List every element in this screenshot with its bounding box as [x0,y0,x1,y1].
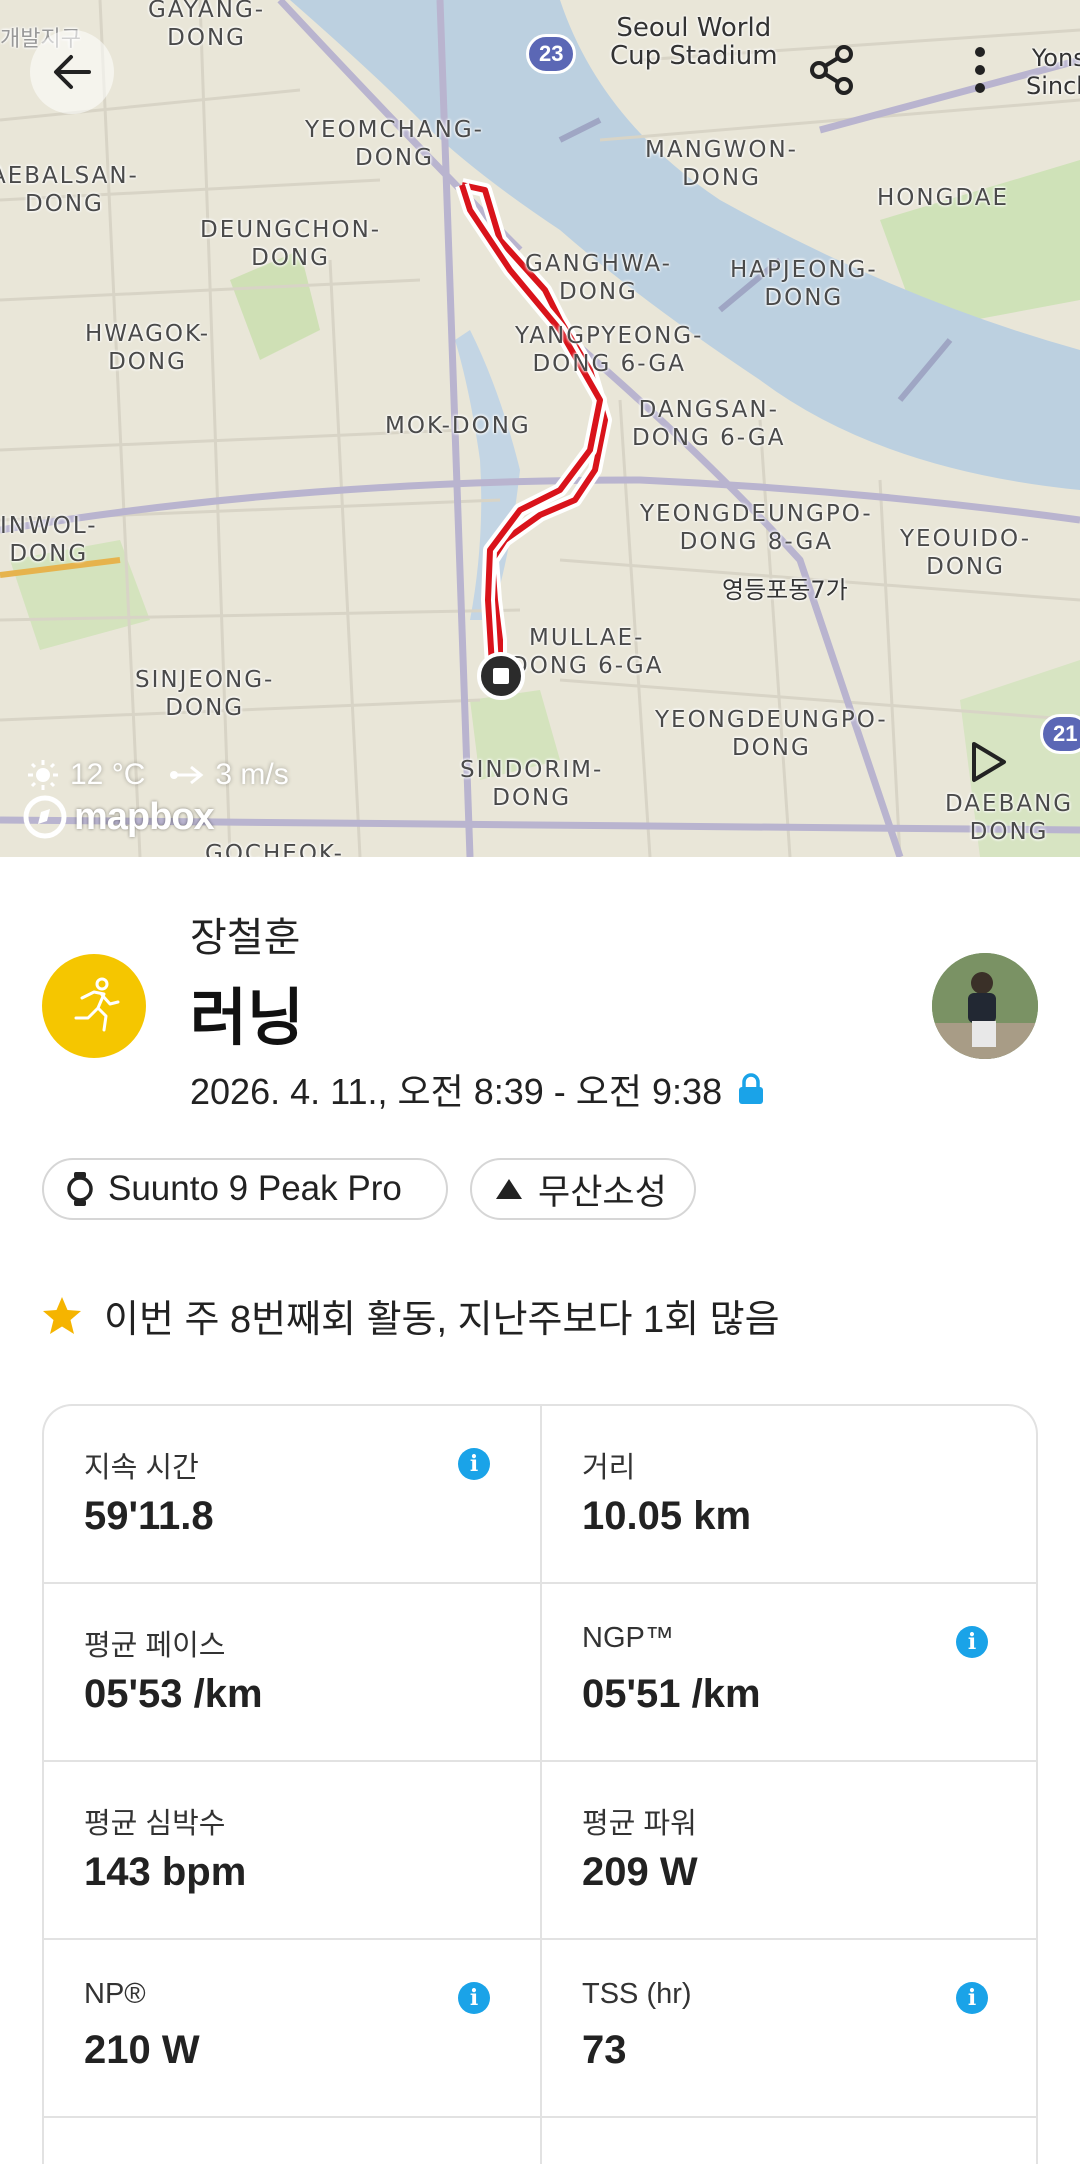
activity-time-range: 2026. 4. 11., 오전 8:39 - 오전 9:38 [190,1063,766,1115]
stat-value: 210 W [84,2028,200,2072]
stat-label: 거리 [582,1452,636,1484]
stats-grid: 지속 시간 59'11.8 i 거리 10.05 km 평균 페이스 05'53… [42,1404,1038,2164]
stat-duration[interactable]: 지속 시간 59'11.8 i [44,1406,541,1584]
stat-avg-heart-rate[interactable]: 평균 심박수 143 bpm [44,1762,541,1940]
stat-avg-power[interactable]: 평균 파워 209 W [542,1762,1036,1940]
user-name[interactable]: 장철훈 [190,905,300,963]
stat-normalized-power[interactable]: NP® 210 W i [44,1940,541,2118]
star-icon [43,1296,81,1334]
activity-type-badge [42,954,146,1058]
route-badge: 23 [526,34,577,74]
map-background [0,0,1080,857]
map-label: YEOUIDO- DONG [900,526,1032,580]
stat-value: 59'11.8 [84,1494,214,1538]
map-label: YEONGDEUNGPO- DONG 8-GA [640,501,873,555]
route-badge: 21 [1040,714,1080,754]
achievement-text: 이번 주 8번째회 활동, 지난주보다 1회 많음 [104,1299,780,1341]
stat-label: TSS (hr) [582,1978,692,2010]
map-label: HONGDAE [877,185,1009,211]
stat-ngp[interactable]: NGP™ 05'51 /km i [542,1584,1036,1762]
location-name: 무산소성 [538,1172,667,1212]
map-label: MOK-DONG [385,413,531,439]
mapbox-text: mapbox [74,795,215,838]
stat-value: 05'51 /km [582,1672,761,1716]
share-button[interactable] [790,28,874,112]
mapbox-logo-icon [23,795,67,839]
info-icon[interactable]: i [458,1982,490,2014]
lock-icon[interactable] [736,1072,766,1106]
map-label: AEBALSAN- DONG [0,163,139,217]
map-label: DANGSAN- DONG 6-GA [632,397,786,451]
stat-avg-pace[interactable]: 평균 페이스 05'53 /km [44,1584,541,1762]
activity-title: 러닝 [190,984,305,1053]
map-label: DAEBANG DONG [945,791,1074,845]
stat-label: 평균 심박수 [84,1808,226,1840]
play-route-button[interactable] [946,720,1030,804]
info-icon[interactable]: i [458,1448,490,1480]
map-label: YANGPYEONG- DONG 6-GA [515,323,704,377]
map-label: SINJEONG- DONG [135,667,275,721]
location-chip[interactable]: 무산소성 [470,1158,696,1220]
stat-label: 평균 파워 [582,1808,697,1840]
stat-label: NP® [84,1978,146,2010]
map-label: GOCHEOK- [205,841,344,857]
device-name: Suunto 9 Peak Pro [108,1169,402,1208]
sun-icon [28,760,58,790]
mountain-icon [496,1179,522,1199]
map-label: HWAGOK- DONG [85,321,211,375]
map-label: GANGHWA- DONG [525,251,672,305]
stat-value: 05'53 /km [84,1672,263,1716]
map-label: MULLAE- DONG 6-GA [510,625,664,679]
more-vertical-icon [975,47,985,93]
play-icon [972,742,1006,782]
watch-icon [67,1172,93,1206]
running-icon [74,977,120,1032]
map-view[interactable]: GAYANG- DONG YEOMCHANG- DONG AEBALSAN- D… [0,0,1080,857]
stat-value: 143 bpm [84,1850,247,1894]
map-label: DEUNGCHON- DONG [200,217,382,271]
stat-value: 209 W [582,1850,698,1894]
map-label: Seoul World Cup Stadium [610,13,778,71]
map-label: HAPJEONG- DONG [730,257,878,311]
share-icon [810,45,853,95]
map-label: MANGWON- DONG [645,137,798,191]
stat-label: 지속 시간 [84,1452,199,1484]
map-label: GAYANG- DONG [148,0,266,51]
avatar-photo [932,953,1038,1059]
stat-label: 평균 페이스 [84,1630,226,1662]
stat-label: NGP™ [582,1622,674,1654]
stat-value: 10.05 km [582,1494,752,1538]
info-icon[interactable]: i [956,1626,988,1658]
time-range-text: 2026. 4. 11., 오전 8:39 - 오전 9:38 [190,1071,723,1112]
temperature-text: 12 °C [70,758,146,791]
route-end-marker [477,652,525,700]
map-label: YEOMCHANG- DONG [305,117,484,171]
map-label: INWOL- DONG [0,513,98,567]
stat-tss[interactable]: TSS (hr) 73 i [542,1940,1036,2118]
map-label: 영등포동7가 [722,576,848,604]
arrow-left-icon [54,55,91,89]
avatar[interactable] [932,953,1038,1059]
back-button[interactable] [30,30,114,114]
mapbox-attribution[interactable]: mapbox [22,794,215,840]
map-label: Yons Sinch [1026,44,1080,100]
info-icon[interactable]: i [956,1982,988,2014]
device-chip[interactable]: Suunto 9 Peak Pro [42,1158,448,1220]
wind-speed-text: 3 m/s [215,758,289,791]
stat-value: 73 [582,2028,627,2072]
wind-icon [170,765,204,785]
map-label: SINDORIM- DONG [460,757,604,811]
stat-distance[interactable]: 거리 10.05 km [542,1406,1036,1584]
weather-info: 12 °C 3 m/s [26,758,289,792]
more-options-button[interactable] [938,28,1022,112]
achievement-banner: 이번 주 8번째회 활동, 지난주보다 1회 많음 [40,1288,780,1343]
map-label: YEONGDEUNGPO- DONG [655,707,888,761]
